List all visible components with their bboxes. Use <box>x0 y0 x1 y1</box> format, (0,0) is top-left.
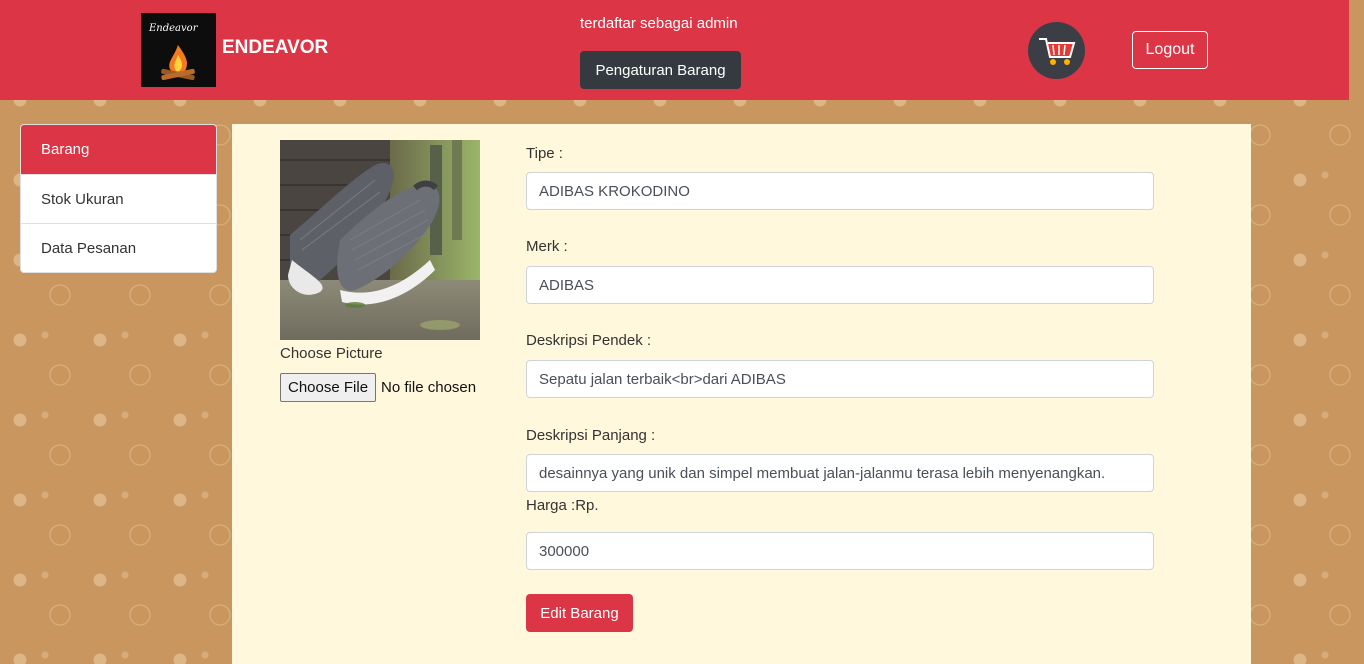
product-image <box>280 140 480 340</box>
merk-label: Merk : <box>526 238 568 255</box>
file-status-text: No file chosen <box>381 379 477 396</box>
sidebar-menu: Barang Stok Ukuran Data Pesanan <box>20 124 217 273</box>
file-input[interactable]: Choose File No file chosen <box>280 373 476 402</box>
long-description-label: Deskripsi Panjang : <box>526 427 656 444</box>
edit-product-panel: Choose Picture Choose File No file chose… <box>232 124 1251 664</box>
top-navbar: Endeavor ENDEAVOR terdaftar sebagai admi… <box>0 0 1349 100</box>
long-description-input[interactable] <box>526 454 1154 492</box>
choose-picture-label: Choose Picture <box>280 345 383 362</box>
brand-name[interactable]: ENDEAVOR <box>222 37 328 59</box>
product-settings-button[interactable]: Pengaturan Barang <box>580 51 741 89</box>
cart-button[interactable] <box>1028 22 1085 79</box>
price-label: Harga :Rp. <box>526 497 599 514</box>
sidebar-item-data-pesanan[interactable]: Data Pesanan <box>21 223 216 272</box>
tipe-label: Tipe : <box>526 145 563 162</box>
campfire-icon <box>161 45 195 81</box>
tipe-input[interactable] <box>526 172 1154 210</box>
logo-script-text: Endeavor <box>149 23 198 34</box>
sidebar-item-barang[interactable]: Barang <box>21 125 216 174</box>
price-input[interactable] <box>526 532 1154 570</box>
short-description-label: Deskripsi Pendek : <box>526 332 652 349</box>
edit-product-button[interactable]: Edit Barang <box>526 594 633 632</box>
sidebar-item-stok-ukuran[interactable]: Stok Ukuran <box>21 174 216 223</box>
page-edge-strip <box>1349 0 1364 100</box>
role-status-text: terdaftar sebagai admin <box>580 15 738 32</box>
short-description-input[interactable] <box>526 360 1154 398</box>
choose-file-button[interactable]: Choose File <box>280 373 377 402</box>
shopping-cart-icon <box>1039 38 1076 65</box>
brand-logo[interactable]: Endeavor <box>141 13 216 87</box>
logout-button[interactable]: Logout <box>1132 31 1208 69</box>
merk-input[interactable] <box>526 266 1154 304</box>
